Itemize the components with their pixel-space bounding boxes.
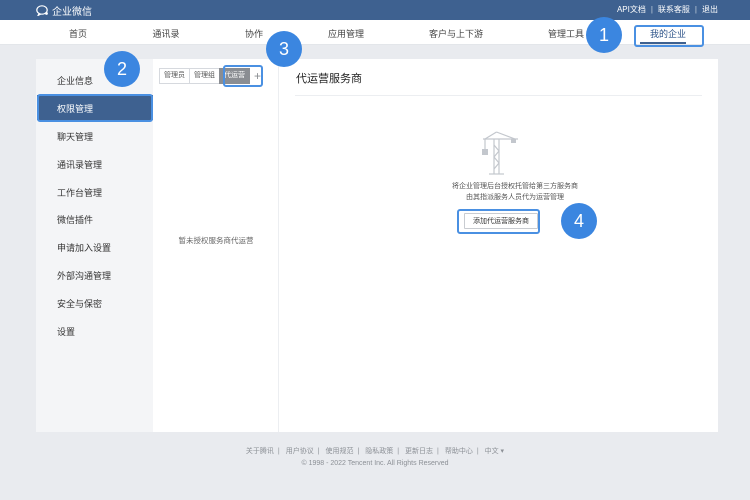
footer-link-help[interactable]: 帮助中心 <box>445 448 473 455</box>
contact-support-link[interactable]: 联系客服 <box>658 4 690 15</box>
sidebar-item-chat-management[interactable]: 聊天管理 <box>57 130 93 143</box>
divider: | <box>694 5 697 14</box>
description: 将企业管理后台授权托管给第三方服务商 由其指派服务人员代为运营管理 <box>400 181 630 203</box>
tab-admin-group[interactable]: 管理组 <box>189 68 220 84</box>
divider: | <box>476 448 479 455</box>
divider: | <box>397 448 400 455</box>
description-line-2: 由其指派服务人员代为运营管理 <box>466 194 564 201</box>
nav-item-contacts[interactable]: 通讯录 <box>152 27 179 40</box>
step-badge-3: 3 <box>266 31 302 67</box>
empty-state-text: 暂未授权服务商代运营 <box>178 236 254 245</box>
sidebar-item-security[interactable]: 安全与保密 <box>57 297 102 310</box>
footer-link-privacy[interactable]: 隐私政策 <box>365 448 393 455</box>
footer-link-usage-rules[interactable]: 使用规范 <box>325 448 353 455</box>
top-bar: 企业微信 API文档 | 联系客服 | 退出 <box>0 0 750 20</box>
footer-link-changelog[interactable]: 更新日志 <box>405 448 433 455</box>
highlight-operator-tab <box>223 65 263 87</box>
nav-item-collaboration[interactable]: 协作 <box>245 27 263 40</box>
tab-admin[interactable]: 管理员 <box>159 68 190 84</box>
highlight-add-operator-button <box>457 209 540 234</box>
step-badge-1: 1 <box>586 17 622 53</box>
nav-item-management-tools[interactable]: 管理工具 <box>548 27 584 40</box>
brand-logo[interactable]: 企业微信 <box>36 3 92 18</box>
nav-item-customers[interactable]: 客户与上下游 <box>429 27 483 40</box>
sidebar-item-settings[interactable]: 设置 <box>57 325 75 338</box>
sidebar-item-join-settings[interactable]: 申请加入设置 <box>57 241 111 254</box>
description-line-1: 将企业管理后台授权托管给第三方服务商 <box>452 183 578 190</box>
footer-link-about[interactable]: 关于腾讯 <box>246 448 274 455</box>
divider: | <box>357 448 360 455</box>
api-docs-link[interactable]: API文档 <box>617 4 646 15</box>
highlight-my-enterprise <box>634 25 704 47</box>
language-selector[interactable]: 中文 ▾ <box>485 448 504 455</box>
wecom-logo-icon <box>36 5 48 16</box>
sidebar-item-workbench-management[interactable]: 工作台管理 <box>57 186 102 199</box>
divider: | <box>277 448 280 455</box>
title-divider <box>295 95 702 96</box>
step-badge-2: 2 <box>104 51 140 87</box>
highlight-permission-management <box>37 94 153 122</box>
page-title: 代运营服务商 <box>296 73 362 85</box>
top-links: API文档 | 联系客服 | 退出 <box>617 4 718 15</box>
crane-illustration-icon <box>482 131 518 175</box>
sidebar-item-contacts-management[interactable]: 通讯录管理 <box>57 158 102 171</box>
brand-name: 企业微信 <box>52 7 92 18</box>
copyright: © 1998 - 2022 Tencent Inc. All Rights Re… <box>301 460 449 467</box>
footer-link-user-agreement[interactable]: 用户协议 <box>286 448 314 455</box>
sidebar-item-external-communication[interactable]: 外部沟通管理 <box>57 269 111 282</box>
role-panel: 管理员 管理组 代运营 + 暂未授权服务商代运营 <box>153 59 279 432</box>
footer-links: 关于腾讯 | 用户协议 | 使用规范 | 隐私政策 | 更新日志 | 帮助中心 | 中文 ▾ <box>0 446 750 456</box>
sidebar-item-enterprise-info[interactable]: 企业信息 <box>57 74 93 87</box>
nav-item-home[interactable]: 首页 <box>69 27 87 40</box>
divider: | <box>437 448 439 455</box>
logout-link[interactable]: 退出 <box>702 4 718 15</box>
step-badge-4: 4 <box>561 203 597 239</box>
divider: | <box>317 448 320 455</box>
sidebar-item-wechat-plugin[interactable]: 微信插件 <box>57 213 93 226</box>
divider: | <box>650 5 653 14</box>
nav-item-app-management[interactable]: 应用管理 <box>328 27 364 40</box>
